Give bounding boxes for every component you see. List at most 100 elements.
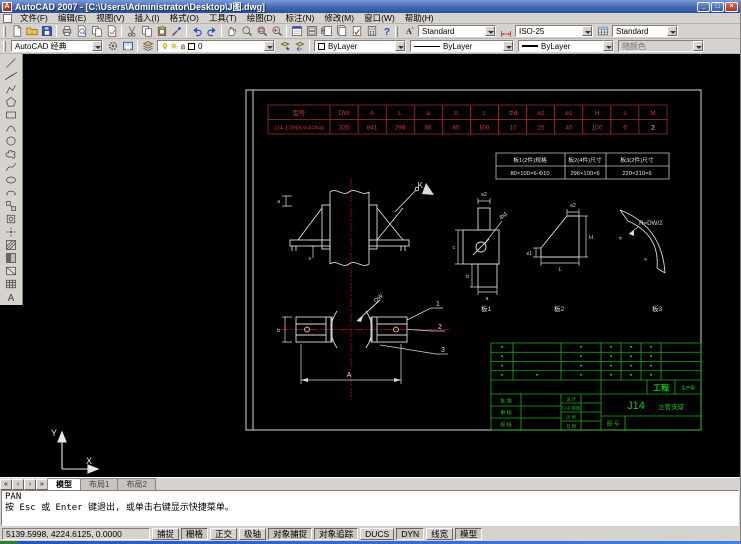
dim-style-select[interactable]: ISO-25 — [515, 25, 593, 37]
linetype-select[interactable]: ByLayer — [410, 40, 514, 52]
spline-tool-icon[interactable] — [2, 160, 21, 173]
toggle-otrack[interactable]: 对象追踪 — [314, 527, 359, 540]
open-icon[interactable] — [24, 25, 39, 38]
plot-icon[interactable] — [59, 25, 74, 38]
menu-format[interactable]: 格式(O) — [165, 12, 204, 24]
zoom-previous-icon[interactable] — [269, 25, 284, 38]
chevron-down-icon[interactable] — [485, 26, 495, 36]
coordinate-display[interactable]: 5139.5998, 4224.6125, 0.0000 — [2, 527, 150, 540]
polyline-tool-icon[interactable] — [2, 82, 21, 95]
close-button[interactable]: × — [725, 1, 738, 12]
hatch-tool-icon[interactable] — [2, 238, 21, 251]
cut-icon[interactable] — [124, 25, 139, 38]
line-tool-icon[interactable] — [2, 56, 21, 69]
chevron-down-icon[interactable] — [92, 41, 102, 51]
toggle-lineweight[interactable]: 线宽 — [426, 527, 454, 540]
construction-line-tool-icon[interactable] — [2, 69, 21, 82]
markup-set-manager-icon[interactable] — [349, 25, 364, 38]
chevron-down-icon[interactable] — [582, 26, 592, 36]
chevron-down-icon[interactable] — [667, 26, 677, 36]
3d-dwf-icon[interactable] — [104, 25, 119, 38]
menu-window[interactable]: 窗口(W) — [359, 12, 400, 24]
toggle-ducs[interactable]: DUCS — [360, 527, 395, 540]
revision-cloud-tool-icon[interactable] — [2, 147, 21, 160]
tool-palettes-icon[interactable] — [319, 25, 334, 38]
undo-icon[interactable] — [189, 25, 204, 38]
arc-tool-icon[interactable] — [2, 121, 21, 134]
layer-previous-icon[interactable] — [292, 40, 307, 53]
menu-insert[interactable]: 插入(I) — [130, 12, 165, 24]
table-style-select[interactable]: Standard — [612, 25, 678, 37]
menu-help[interactable]: 帮助(H) — [400, 12, 439, 24]
copy-icon[interactable] — [139, 25, 154, 38]
help-icon[interactable] — [379, 25, 394, 38]
table-tool-icon[interactable] — [2, 277, 21, 290]
chevron-down-icon[interactable] — [603, 41, 613, 51]
menu-view[interactable]: 视图(V) — [91, 12, 129, 24]
layer-select[interactable]: 0 — [157, 40, 275, 52]
paste-icon[interactable] — [154, 25, 169, 38]
first-tab-icon[interactable]: « — [0, 479, 12, 490]
match-properties-icon[interactable] — [169, 25, 184, 38]
text-style-select[interactable]: Standard — [418, 25, 496, 37]
chevron-down-icon[interactable] — [395, 41, 405, 51]
plot-preview-icon[interactable] — [74, 25, 89, 38]
sheet-set-manager-icon[interactable] — [334, 25, 349, 38]
gradient-tool-icon[interactable] — [2, 251, 21, 264]
dim-style-icon[interactable] — [498, 25, 513, 38]
polygon-tool-icon[interactable] — [2, 95, 21, 108]
insert-block-tool-icon[interactable] — [2, 199, 21, 212]
pan-icon[interactable] — [224, 25, 239, 38]
make-block-tool-icon[interactable] — [2, 212, 21, 225]
chevron-down-icon[interactable] — [503, 41, 513, 51]
properties-icon[interactable] — [289, 25, 304, 38]
ellipse-tool-icon[interactable] — [2, 173, 21, 186]
ellipse-arc-tool-icon[interactable] — [2, 186, 21, 199]
minimize-button[interactable]: _ — [697, 1, 710, 12]
toggle-dyn[interactable]: DYN — [396, 527, 425, 540]
workspace-settings-icon[interactable] — [105, 40, 120, 53]
maximize-button[interactable]: □ — [711, 1, 724, 12]
tab-layout2[interactable]: 布局2 — [117, 478, 156, 490]
toolbar-grip[interactable] — [395, 25, 398, 37]
lineweight-select[interactable]: ByLayer — [518, 40, 614, 52]
toggle-polar[interactable]: 极轴 — [239, 527, 267, 540]
workspace-select[interactable]: AutoCAD 经典 — [11, 40, 103, 52]
plot-style-select[interactable]: 随颜色 — [618, 40, 704, 52]
tab-layout1[interactable]: 布局1 — [80, 478, 119, 490]
new-icon[interactable] — [9, 25, 24, 38]
menu-tools[interactable]: 工具(T) — [204, 12, 242, 24]
text-style-icon[interactable] — [401, 25, 416, 38]
color-select[interactable]: ByLayer — [314, 40, 406, 52]
layer-properties-manager-icon[interactable] — [140, 40, 155, 53]
menu-file[interactable]: 文件(F) — [15, 12, 53, 24]
toggle-grid[interactable]: 栅格 — [181, 527, 209, 540]
make-object-layer-current-icon[interactable] — [277, 40, 292, 53]
chevron-down-icon[interactable] — [693, 41, 703, 51]
zoom-window-icon[interactable] — [254, 25, 269, 38]
document-icon[interactable] — [3, 13, 12, 23]
menu-modify[interactable]: 修改(M) — [319, 12, 359, 24]
designcenter-icon[interactable] — [304, 25, 319, 38]
redo-icon[interactable] — [204, 25, 219, 38]
toolbar-grip[interactable] — [3, 25, 6, 37]
command-window[interactable]: PAN 按 Esc 或 Enter 键退出, 或单击右键显示快捷菜单。 — [1, 490, 739, 526]
save-workspace-icon[interactable] — [120, 40, 135, 53]
save-icon[interactable] — [39, 25, 54, 38]
menu-dimension[interactable]: 标注(N) — [281, 12, 320, 24]
zoom-realtime-icon[interactable] — [239, 25, 254, 38]
toggle-osnap[interactable]: 对象捕捉 — [268, 527, 313, 540]
point-tool-icon[interactable] — [2, 225, 21, 238]
menu-draw[interactable]: 绘图(D) — [242, 12, 281, 24]
quickcalc-icon[interactable] — [364, 25, 379, 38]
toggle-model[interactable]: 模型 — [455, 527, 483, 540]
toggle-snap[interactable]: 捕捉 — [152, 527, 180, 540]
rectangle-tool-icon[interactable] — [2, 108, 21, 121]
tab-model[interactable]: 模型 — [47, 478, 81, 490]
region-tool-icon[interactable] — [2, 264, 21, 277]
prev-tab-icon[interactable]: ‹ — [12, 479, 24, 490]
toggle-ortho[interactable]: 正交 — [210, 527, 238, 540]
publish-icon[interactable] — [89, 25, 104, 38]
table-style-icon[interactable] — [595, 25, 610, 38]
circle-tool-icon[interactable] — [2, 134, 21, 147]
